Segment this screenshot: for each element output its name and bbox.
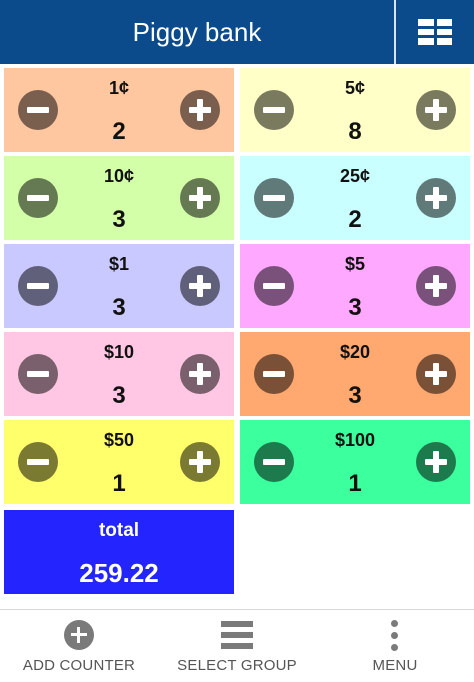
counter-cell: $50 1: [4, 420, 234, 504]
minus-icon: [263, 195, 285, 201]
select-group-button[interactable]: SELECT GROUP: [158, 610, 316, 682]
add-counter-button[interactable]: ADD COUNTER: [0, 610, 158, 682]
counter-cell: $5 3: [240, 244, 470, 328]
minus-icon: [27, 107, 49, 113]
increment-button[interactable]: [416, 90, 456, 130]
minus-icon: [263, 283, 285, 289]
counter-cell: 1¢ 2: [4, 68, 234, 152]
grid-icon: [418, 19, 452, 45]
increment-button[interactable]: [180, 178, 220, 218]
minus-icon: [27, 371, 49, 377]
increment-button[interactable]: [416, 442, 456, 482]
increment-button[interactable]: [180, 442, 220, 482]
counter-cell: $10 3: [4, 332, 234, 416]
grid-view-button[interactable]: [396, 0, 474, 64]
minus-icon: [263, 107, 285, 113]
bottom-nav: ADD COUNTER SELECT GROUP MENU: [0, 609, 474, 682]
minus-icon: [27, 195, 49, 201]
menu-button[interactable]: MENU: [316, 610, 474, 682]
counter-cell: $100 1: [240, 420, 470, 504]
add-circle-icon: [64, 620, 94, 650]
counter-cell: 25¢ 2: [240, 156, 470, 240]
app-header: Piggy bank: [0, 0, 474, 64]
counter-cell: $20 3: [240, 332, 470, 416]
counter-cell: 5¢ 8: [240, 68, 470, 152]
increment-button[interactable]: [416, 266, 456, 306]
increment-button[interactable]: [180, 266, 220, 306]
app-title: Piggy bank: [132, 17, 262, 47]
counter-cell: $1 3: [4, 244, 234, 328]
increment-button[interactable]: [180, 354, 220, 394]
increment-button[interactable]: [180, 90, 220, 130]
minus-icon: [263, 371, 285, 377]
increment-button[interactable]: [416, 354, 456, 394]
minus-icon: [27, 283, 49, 289]
increment-button[interactable]: [416, 178, 456, 218]
total-label: total: [98, 520, 140, 541]
add-counter-label: ADD COUNTER: [22, 657, 136, 674]
counter-cell: 10¢ 3: [4, 156, 234, 240]
total-value: 259.22: [79, 558, 159, 588]
total-panel: total 259.22: [4, 510, 234, 594]
minus-icon: [263, 459, 285, 465]
list-icon: [221, 621, 253, 649]
more-vertical-icon: [391, 620, 399, 652]
select-group-label: SELECT GROUP: [177, 657, 297, 674]
minus-icon: [27, 459, 49, 465]
menu-label: MENU: [372, 657, 418, 674]
